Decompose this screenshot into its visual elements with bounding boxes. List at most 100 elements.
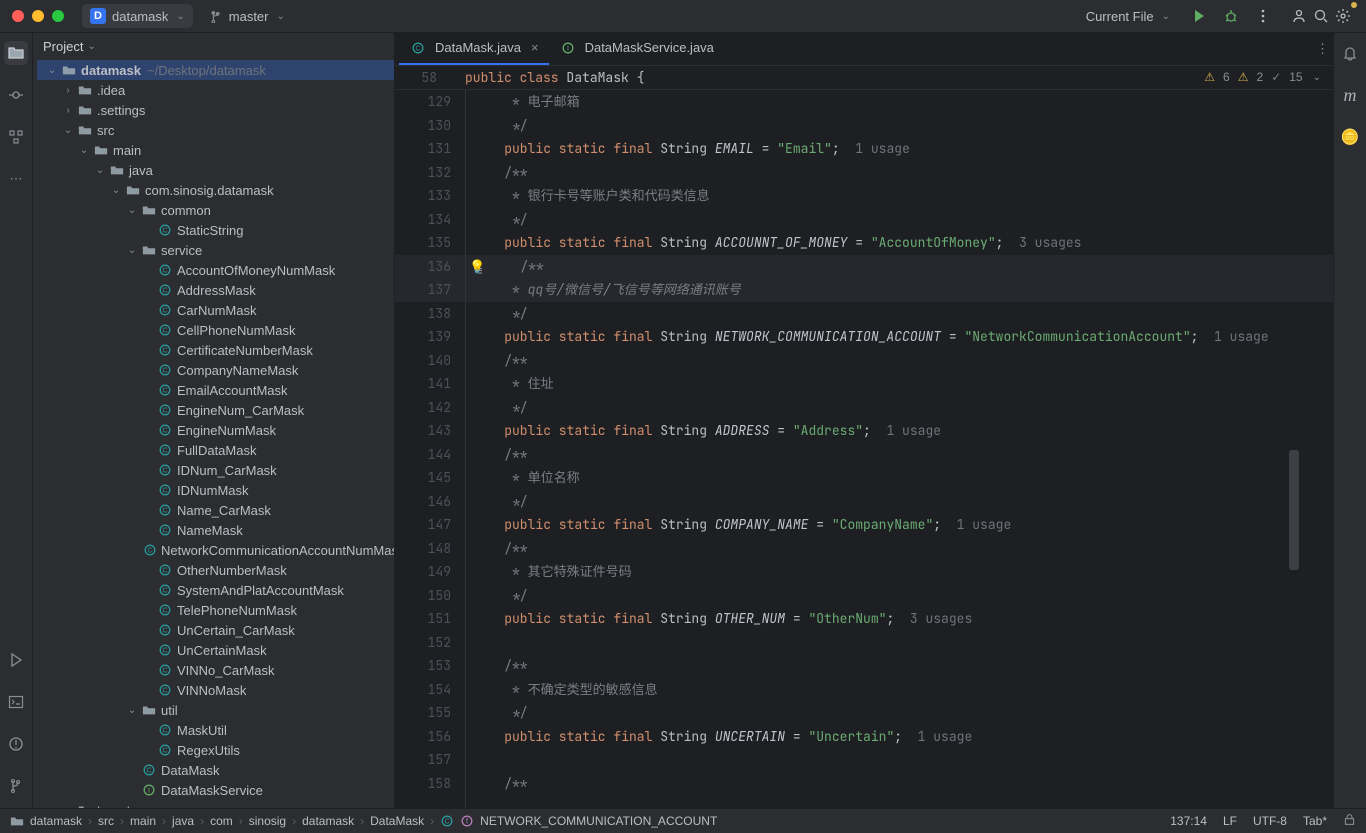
code-line[interactable]: 137 * qq号/微信号/飞信号等网络通讯账号 — [395, 278, 1333, 302]
more-tools-button[interactable]: ⋯ — [4, 167, 28, 191]
code-content[interactable]: * 单位名称 — [465, 466, 580, 490]
code-line[interactable]: 145 * 单位名称 — [395, 466, 1333, 490]
editor-tab[interactable]: CDataMask.java× — [399, 32, 549, 65]
line-number[interactable]: 156 — [395, 725, 465, 749]
line-number[interactable]: 151 — [395, 607, 465, 631]
line-number[interactable]: 140 — [395, 349, 465, 373]
tree-row[interactable]: ›.settings — [37, 100, 394, 120]
file-encoding[interactable]: UTF-8 — [1253, 814, 1287, 828]
search-everywhere-button[interactable] — [1310, 5, 1332, 27]
code-content[interactable]: /** — [481, 255, 544, 279]
code-line[interactable]: 129 * 电子邮箱 — [395, 90, 1333, 114]
code-content[interactable]: */ — [465, 701, 528, 725]
chevron-down-icon[interactable]: ⌄ — [61, 125, 75, 136]
code-content[interactable]: public static final String ACCOUNNT_OF_M… — [465, 231, 1081, 255]
code-content[interactable]: /** — [465, 537, 528, 561]
tree-row[interactable]: CNetworkCommunicationAccountNumMask — [37, 540, 394, 560]
code-content[interactable]: public static final String NETWORK_COMMU… — [465, 325, 1269, 349]
code-content[interactable]: */ — [465, 490, 528, 514]
line-number[interactable]: 148 — [395, 537, 465, 561]
line-number[interactable]: 136≡ — [395, 255, 465, 279]
code-line[interactable]: 141 * 住址 — [395, 372, 1333, 396]
line-number[interactable]: 147 — [395, 513, 465, 537]
code-line[interactable]: 143 public static final String ADDRESS =… — [395, 419, 1333, 443]
breadcrumb-item[interactable]: com — [210, 814, 233, 828]
code-content[interactable]: public static final String EMAIL = "Emai… — [465, 137, 910, 161]
code-content[interactable]: */ — [465, 584, 528, 608]
run-button[interactable] — [1188, 5, 1210, 27]
line-number[interactable]: 139 — [395, 325, 465, 349]
tree-row[interactable]: CMaskUtil — [37, 720, 394, 740]
code-line[interactable]: 133 * 银行卡号等账户类和代码类信息 — [395, 184, 1333, 208]
project-selector[interactable]: D datamask ⌄ — [82, 4, 193, 28]
code-content[interactable]: */ — [465, 208, 528, 232]
chevron-down-icon[interactable]: ⌄ — [77, 145, 91, 156]
tree-row[interactable]: ⌄util — [37, 700, 394, 720]
tree-row[interactable]: CStaticString — [37, 220, 394, 240]
tree-row[interactable]: CUnCertainMask — [37, 640, 394, 660]
tree-row[interactable]: ›target — [37, 800, 394, 808]
sticky-header[interactable]: 58 public class DataMask { — [395, 66, 1333, 90]
line-number[interactable]: 150 — [395, 584, 465, 608]
line-number[interactable]: 134 — [395, 208, 465, 232]
code-line[interactable]: 148 /** — [395, 537, 1333, 561]
line-number[interactable]: 137 — [395, 278, 465, 302]
code-line[interactable]: 153 /** — [395, 654, 1333, 678]
code-line[interactable]: 140 /** — [395, 349, 1333, 373]
chevron-down-icon[interactable]: ⌄ — [125, 205, 139, 216]
line-separator[interactable]: LF — [1223, 814, 1237, 828]
indent-settings[interactable]: Tab* — [1303, 814, 1327, 828]
tree-row[interactable]: ⌄com.sinosig.datamask — [37, 180, 394, 200]
intention-bulb-icon[interactable]: 💡 — [469, 255, 485, 279]
inspections-widget[interactable]: ⚠6 ⚠2 ✓15 ⌄ — [1200, 68, 1325, 86]
code-line[interactable]: 147 public static final String COMPANY_N… — [395, 513, 1333, 537]
tree-row[interactable]: CFullDataMask — [37, 440, 394, 460]
maven-tool-button[interactable]: m — [1338, 83, 1362, 107]
code-content[interactable]: public static final String ADDRESS = "Ad… — [465, 419, 941, 443]
code-content[interactable]: * 电子邮箱 — [465, 90, 580, 114]
line-number[interactable]: 129 — [395, 90, 465, 114]
code-line[interactable]: 130 */ — [395, 114, 1333, 138]
line-number[interactable]: 142 — [395, 396, 465, 420]
tree-row[interactable]: ⌄java — [37, 160, 394, 180]
line-number[interactable]: 144 — [395, 443, 465, 467]
chevron-right-icon[interactable]: › — [61, 805, 75, 809]
code-content[interactable]: /** — [465, 772, 528, 796]
tree-row[interactable]: CSystemAndPlatAccountMask — [37, 580, 394, 600]
code-line[interactable]: 131 public static final String EMAIL = "… — [395, 137, 1333, 161]
code-line[interactable]: 157 — [395, 748, 1333, 772]
code-line[interactable]: 156 public static final String UNCERTAIN… — [395, 725, 1333, 749]
tree-row[interactable]: CEngineNum_CarMask — [37, 400, 394, 420]
close-tab-icon[interactable]: × — [531, 40, 539, 55]
tree-row[interactable]: CUnCertain_CarMask — [37, 620, 394, 640]
chevron-down-icon[interactable]: ⌄ — [45, 65, 59, 76]
run-configuration-selector[interactable]: Current File ⌄ — [1078, 5, 1178, 28]
breadcrumb-item[interactable]: datamask — [302, 814, 354, 828]
line-number[interactable]: 152 — [395, 631, 465, 655]
code-content[interactable]: */ — [465, 396, 528, 420]
line-number[interactable]: 131 — [395, 137, 465, 161]
tree-row[interactable]: IDataMaskService — [37, 780, 394, 800]
close-window-button[interactable] — [12, 10, 24, 22]
tree-row[interactable]: ⌄service — [37, 240, 394, 260]
line-number[interactable]: 133 — [395, 184, 465, 208]
code-content[interactable]: /** — [465, 443, 528, 467]
git-branch-selector[interactable]: master ⌄ — [201, 5, 293, 28]
chevron-right-icon[interactable]: › — [61, 85, 75, 96]
line-number[interactable]: 155 — [395, 701, 465, 725]
tree-row[interactable]: ⌄datamask~/Desktop/datamask — [37, 60, 394, 80]
tree-row[interactable]: ›.idea — [37, 80, 394, 100]
code-content[interactable]: * qq号/微信号/飞信号等网络通讯账号 — [465, 278, 741, 302]
code-line[interactable]: 150 */ — [395, 584, 1333, 608]
tree-row[interactable]: ⌄common — [37, 200, 394, 220]
tree-row[interactable]: CCertificateNumberMask — [37, 340, 394, 360]
line-number[interactable]: 153 — [395, 654, 465, 678]
line-number[interactable]: 154 — [395, 678, 465, 702]
code-content[interactable]: public static final String COMPANY_NAME … — [465, 513, 1011, 537]
code-line[interactable]: 134 */ — [395, 208, 1333, 232]
line-number[interactable]: 135 — [395, 231, 465, 255]
tree-row[interactable]: CCellPhoneNumMask — [37, 320, 394, 340]
breadcrumb-item[interactable]: sinosig — [249, 814, 286, 828]
code-line[interactable]: 154 * 不确定类型的敏感信息 — [395, 678, 1333, 702]
code-line[interactable]: 149 * 其它特殊证件号码 — [395, 560, 1333, 584]
